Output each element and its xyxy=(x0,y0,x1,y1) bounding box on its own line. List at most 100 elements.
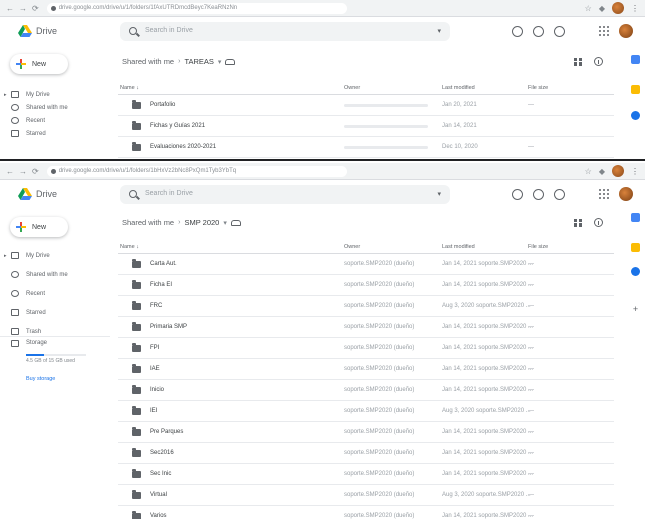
expand-caret-icon[interactable]: ▸ xyxy=(4,92,7,98)
table-row[interactable]: FPI soporte.SMP2020 (dueño) Jan 14, 2021 s… xyxy=(118,338,614,359)
row-modified: Dec 10, 2020 xyxy=(442,144,478,150)
breadcrumb-current[interactable]: SMP 2020 xyxy=(184,218,219,227)
drive-logo-icon[interactable] xyxy=(18,188,32,201)
address-bar[interactable]: drive.google.com/drive/u/1/folders/1bHxV… xyxy=(46,165,347,177)
buy-storage-link[interactable]: Buy storage xyxy=(26,376,55,382)
sidebar-item-recent[interactable]: Recent xyxy=(0,114,110,127)
table-row[interactable]: Fichas y Guías 2021 Jan 14, 2021 xyxy=(118,116,614,137)
sidebar-item-shared[interactable]: Shared with me xyxy=(0,101,110,114)
drive-logo-icon[interactable] xyxy=(18,25,32,38)
table-row[interactable]: Sec Inic soporte.SMP2020 (dueño) Jan 14, 2… xyxy=(118,464,614,485)
search-options-icon[interactable]: ▾ xyxy=(437,27,441,35)
row-size: — xyxy=(528,261,534,267)
browser-profile-avatar[interactable] xyxy=(612,165,624,177)
sidebar-item-storage[interactable]: Storage xyxy=(0,336,110,349)
reload-icon[interactable]: ⟳ xyxy=(32,167,39,176)
info-icon[interactable] xyxy=(594,57,603,66)
table-row[interactable]: Sec2016 soporte.SMP2020 (dueño) Jan 14, 20… xyxy=(118,443,614,464)
new-button[interactable]: New xyxy=(10,54,68,74)
file-table: Name ↓ Owner Last modified File size Por… xyxy=(118,81,614,158)
extension-icon[interactable]: ◆ xyxy=(599,4,605,13)
apps-icon[interactable] xyxy=(599,26,609,36)
forward-icon[interactable]: → xyxy=(19,4,27,13)
storage-bar xyxy=(26,354,86,356)
grid-view-icon[interactable] xyxy=(574,218,582,227)
chevron-down-icon[interactable]: ▾ xyxy=(218,58,222,66)
back-icon[interactable]: ← xyxy=(6,167,14,176)
breadcrumb-current[interactable]: TAREAS xyxy=(184,57,213,66)
column-modified[interactable]: Last modified xyxy=(442,85,475,91)
grid-view-icon[interactable] xyxy=(574,57,582,66)
browser-menu-icon[interactable]: ⋮ xyxy=(631,4,639,13)
keep-icon[interactable] xyxy=(631,85,640,94)
search-options-icon[interactable]: ▾ xyxy=(437,190,441,198)
bookmark-star-icon[interactable]: ☆ xyxy=(585,167,592,176)
search-icon[interactable] xyxy=(129,190,137,198)
apps-icon[interactable] xyxy=(599,189,609,199)
column-modified[interactable]: Last modified xyxy=(442,244,475,250)
row-modified: Jan 14, 2021 soporte.SMP2020 ... xyxy=(442,282,534,288)
table-row[interactable]: Virtual soporte.SMP2020 (dueño) Aug 3, 202… xyxy=(118,485,614,506)
avatar[interactable] xyxy=(619,187,633,201)
bookmark-star-icon[interactable]: ☆ xyxy=(585,4,592,13)
forward-icon[interactable]: → xyxy=(19,167,27,176)
column-name[interactable]: Name ↓ xyxy=(120,85,139,91)
extension-icon[interactable]: ◆ xyxy=(599,167,605,176)
breadcrumb-root[interactable]: Shared with me xyxy=(122,57,174,66)
reload-icon[interactable]: ⟳ xyxy=(32,4,39,13)
table-row[interactable]: Evaluaciones 2020-2021 Dec 10, 2020 — xyxy=(118,137,614,158)
folder-icon xyxy=(132,100,141,109)
browser-menu-icon[interactable]: ⋮ xyxy=(631,167,639,176)
table-row[interactable]: Carta Aut. soporte.SMP2020 (dueño) Jan 14,… xyxy=(118,254,614,275)
table-row[interactable]: Portafolio Jan 20, 2021 — xyxy=(118,95,614,116)
help-icon[interactable] xyxy=(533,25,544,37)
sidebar-item-my-drive[interactable]: ▸ My Drive xyxy=(0,88,110,101)
sidebar-item-shared[interactable]: Shared with me xyxy=(0,268,110,281)
expand-caret-icon[interactable]: ▸ xyxy=(4,253,7,259)
avatar[interactable] xyxy=(619,24,633,38)
settings-icon[interactable] xyxy=(554,25,565,37)
browser-profile-avatar[interactable] xyxy=(612,2,624,14)
table-row[interactable]: Varios soporte.SMP2020 (dueño) Jan 14, 202… xyxy=(118,506,614,519)
tasks-icon[interactable] xyxy=(631,267,640,276)
address-bar[interactable]: drive.google.com/drive/u/1/folders/1fAxU… xyxy=(46,2,347,14)
sidebar-item-my-drive[interactable]: ▸ My Drive xyxy=(0,249,110,262)
row-modified: Jan 14, 2021 soporte.SMP2020 ... xyxy=(442,429,534,435)
search-input[interactable]: Search in Drive ▾ xyxy=(120,185,450,204)
offline-status-icon[interactable] xyxy=(512,25,523,37)
info-icon[interactable] xyxy=(594,218,603,227)
search-input[interactable]: Search in Drive ▾ xyxy=(120,22,450,41)
offline-status-icon[interactable] xyxy=(512,188,523,200)
calendar-icon[interactable] xyxy=(631,213,640,222)
add-icon[interactable]: + xyxy=(631,305,640,314)
shared-people-icon[interactable] xyxy=(225,58,236,65)
table-row[interactable]: IAE soporte.SMP2020 (dueño) Jan 14, 2021 s… xyxy=(118,359,614,380)
people-icon xyxy=(11,271,19,278)
table-row[interactable]: FRC soporte.SMP2020 (dueño) Aug 3, 2020 so… xyxy=(118,296,614,317)
sidebar-item-starred[interactable]: Starred xyxy=(0,127,110,140)
table-row[interactable]: Ficha EI soporte.SMP2020 (dueño) Jan 14, 2… xyxy=(118,275,614,296)
sidebar-item-starred[interactable]: Starred xyxy=(0,306,110,319)
chevron-down-icon[interactable]: ▾ xyxy=(223,219,227,227)
table-row[interactable]: Inicio soporte.SMP2020 (dueño) Jan 14, 202… xyxy=(118,380,614,401)
search-icon[interactable] xyxy=(129,27,137,35)
table-row[interactable]: Pre Parques soporte.SMP2020 (dueño) Jan 14… xyxy=(118,422,614,443)
help-icon[interactable] xyxy=(533,188,544,200)
column-name[interactable]: Name ↓ xyxy=(120,244,139,250)
calendar-icon[interactable] xyxy=(631,55,640,64)
owner-placeholder xyxy=(344,146,428,149)
tasks-icon[interactable] xyxy=(631,111,640,120)
row-size: — xyxy=(528,282,534,288)
header-actions xyxy=(512,187,633,201)
row-modified: Jan 14, 2021 soporte.SMP2020 ... xyxy=(442,387,534,393)
back-icon[interactable]: ← xyxy=(6,4,14,13)
row-name: IEI xyxy=(150,408,158,414)
settings-icon[interactable] xyxy=(554,188,565,200)
table-row[interactable]: Primaria SMP soporte.SMP2020 (dueño) Jan 1… xyxy=(118,317,614,338)
shared-people-icon[interactable] xyxy=(230,219,241,226)
sidebar-item-recent[interactable]: Recent xyxy=(0,287,110,300)
keep-icon[interactable] xyxy=(631,243,640,252)
table-row[interactable]: IEI soporte.SMP2020 (dueño) Aug 3, 2020 so… xyxy=(118,401,614,422)
breadcrumb-root[interactable]: Shared with me xyxy=(122,218,174,227)
new-button[interactable]: New xyxy=(10,217,68,237)
